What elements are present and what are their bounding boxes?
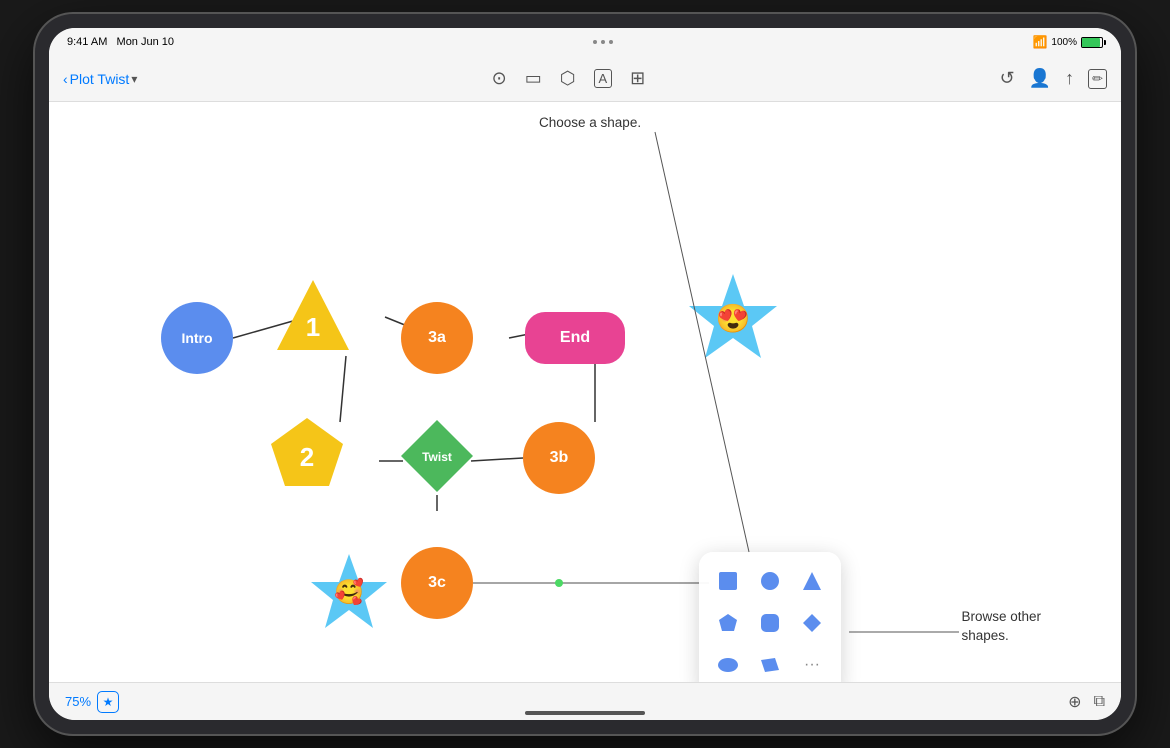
canvas-area[interactable]: Intro 1 3a End 2: [49, 102, 1121, 682]
undo-icon[interactable]: ↺: [1000, 68, 1015, 89]
node-end[interactable]: End: [525, 312, 625, 364]
callout-right-lines-svg: [49, 102, 1121, 682]
battery-fill: [1082, 38, 1100, 47]
node-3b[interactable]: 3b: [523, 422, 595, 494]
star-2[interactable]: 🥰: [307, 550, 391, 634]
shape-btn-oval[interactable]: [709, 646, 747, 682]
dot3: [609, 40, 613, 44]
shape-btn-square[interactable]: [709, 562, 747, 600]
svg-text:1: 1: [306, 312, 320, 342]
back-chevron-icon: ‹: [63, 71, 68, 87]
svg-text:Twist: Twist: [422, 450, 452, 464]
node-3a-label: 3a: [428, 329, 446, 347]
media-tool-icon[interactable]: ⊞: [630, 68, 645, 89]
battery-icon: [1081, 37, 1103, 48]
status-center-dots: [593, 40, 613, 44]
node-3c[interactable]: 3c: [401, 547, 473, 619]
zoom-area: 75% ★: [65, 691, 119, 713]
node-1-wrapper[interactable]: 1: [273, 276, 353, 356]
tablet-device: 9:41 AM Mon Jun 10 📶 100% ‹: [35, 14, 1135, 734]
wifi-icon: 📶: [1032, 35, 1047, 49]
chart-tool-icon[interactable]: ⬡: [560, 68, 576, 89]
collaborate-icon[interactable]: 👤: [1029, 68, 1051, 89]
dot2: [601, 40, 605, 44]
text-tool-icon[interactable]: A: [594, 69, 613, 88]
shape-picker-popup: ···: [699, 552, 841, 682]
edit-icon[interactable]: ✏: [1088, 69, 1107, 89]
status-right-icons: 📶 100%: [1032, 35, 1103, 49]
node-twist-wrapper[interactable]: Twist: [399, 418, 475, 494]
star-1[interactable]: 😍: [685, 270, 781, 366]
node-intro-label: Intro: [181, 330, 212, 346]
tablet-screen: 9:41 AM Mon Jun 10 📶 100% ‹: [49, 28, 1121, 720]
callout-lines-svg: [49, 102, 1121, 682]
battery-label: 100%: [1051, 37, 1077, 48]
toolbar: ‹ Plot Twist ▾ ⊙ ▭ ⬡ A ⊞ ↺ 👤 ↑ ✏: [49, 56, 1121, 102]
structure-icon[interactable]: ⊕: [1068, 692, 1081, 712]
callout-top-text: Choose a shape.: [539, 114, 641, 133]
back-button[interactable]: ‹ Plot Twist ▾: [63, 71, 137, 87]
callout-right-text: Browse othershapes.: [961, 608, 1041, 646]
status-bar: 9:41 AM Mon Jun 10 📶 100%: [49, 28, 1121, 56]
star-2-emoji: 🥰: [334, 578, 364, 607]
back-label: Plot Twist: [70, 71, 130, 87]
home-indicator: [525, 711, 645, 715]
status-time-date: 9:41 AM Mon Jun 10: [67, 36, 174, 48]
shapes-tool-icon[interactable]: ⊙: [492, 68, 507, 89]
shape-btn-triangle[interactable]: [793, 562, 831, 600]
zoom-star-box[interactable]: ★: [97, 691, 119, 713]
node-1-triangle-svg: 1: [273, 276, 353, 356]
toolbar-right: ↺ 👤 ↑ ✏: [1000, 68, 1107, 89]
shape-btn-more[interactable]: ···: [793, 646, 831, 682]
node-2-wrapper[interactable]: 2: [267, 414, 347, 494]
table-tool-icon[interactable]: ▭: [525, 68, 542, 89]
zoom-star-icon: ★: [103, 695, 114, 709]
connectors-svg: [49, 102, 1121, 682]
share-icon[interactable]: ↑: [1065, 68, 1074, 89]
svg-text:2: 2: [300, 442, 314, 472]
node-3a[interactable]: 3a: [401, 302, 473, 374]
shape-btn-diamond[interactable]: [793, 604, 831, 642]
node-end-label: End: [560, 329, 590, 347]
node-intro[interactable]: Intro: [161, 302, 233, 374]
toolbar-left: ‹ Plot Twist ▾: [63, 71, 137, 87]
dot1: [593, 40, 597, 44]
node-2-pentagon-svg: 2: [267, 414, 347, 494]
shape-btn-rounded-square[interactable]: [751, 604, 789, 642]
star-1-emoji: 😍: [716, 302, 751, 335]
node-3b-label: 3b: [550, 449, 569, 467]
node-twist-diamond-svg: Twist: [399, 418, 475, 494]
shape-btn-pentagon[interactable]: [709, 604, 747, 642]
status-date: Mon Jun 10: [117, 36, 174, 48]
toolbar-center: ⊙ ▭ ⬡ A ⊞: [137, 68, 999, 89]
status-time: 9:41 AM: [67, 36, 107, 48]
bottom-right-icons: ⊕ ⧉: [1068, 692, 1105, 712]
more-icon: ···: [804, 656, 820, 674]
shape-btn-parallelogram[interactable]: [751, 646, 789, 682]
zoom-value: 75%: [65, 694, 91, 709]
node-3c-label: 3c: [428, 574, 446, 592]
shape-btn-circle[interactable]: [751, 562, 789, 600]
view-icon[interactable]: ⧉: [1094, 693, 1105, 711]
